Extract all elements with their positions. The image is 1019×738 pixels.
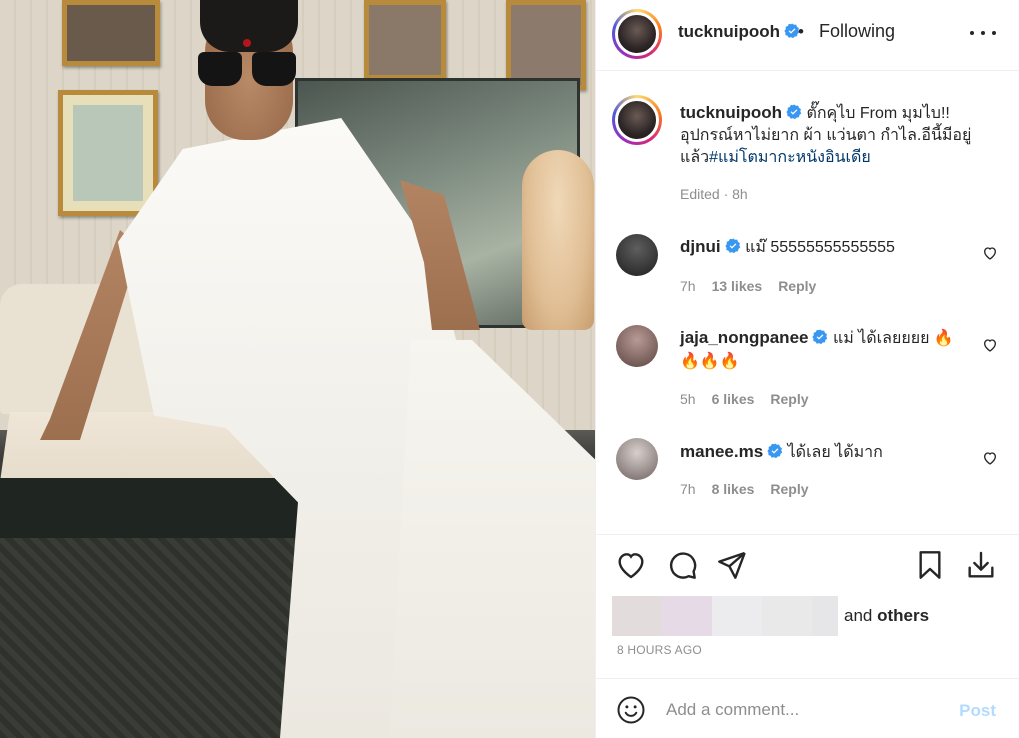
heart-icon[interactable] <box>982 450 998 466</box>
liked-by-others[interactable]: and others <box>844 606 929 626</box>
comment-likes[interactable]: 8 likes <box>712 481 755 497</box>
comment-likes[interactable]: 13 likes <box>712 278 763 294</box>
comment-body: แม๊ 55555555555555 <box>745 239 895 256</box>
verified-badge-icon <box>767 443 783 459</box>
author-username[interactable]: tucknuipooh <box>678 22 800 42</box>
comment-avatar[interactable] <box>616 325 658 367</box>
verified-badge-icon <box>725 238 740 254</box>
comment-username[interactable]: djnui <box>680 237 741 256</box>
comment-text: djnui แม๊ 55555555555555 <box>680 235 970 259</box>
add-comment-bar: Post <box>596 678 1019 738</box>
heart-icon[interactable] <box>982 337 998 353</box>
actions-divider <box>596 534 1019 535</box>
blurred-avatar <box>662 596 712 636</box>
comment-reply-button[interactable]: Reply <box>770 481 808 497</box>
comment-avatar[interactable] <box>616 234 658 276</box>
blurred-avatar <box>612 596 662 636</box>
heart-icon[interactable] <box>982 245 998 261</box>
comment-reply-button[interactable]: Reply <box>770 391 808 407</box>
post-header: tucknuipooh • Following <box>596 0 1019 71</box>
verified-badge-icon <box>812 329 828 345</box>
post-side-panel: tucknuipooh • Following tucknuipooh ตั๊ก… <box>595 0 1019 738</box>
photo-sunglasses <box>198 52 296 86</box>
comment-time: 7h <box>680 481 696 497</box>
comment-text: jaja_nongpanee แม่ ได้เลยยยย 🔥🔥🔥🔥 <box>680 326 970 373</box>
comment-meta: 7h 8 likes Reply <box>680 481 825 497</box>
caption-meta: Edited · 8h <box>680 186 748 202</box>
post-photo[interactable] <box>0 0 595 738</box>
caption-avatar[interactable] <box>612 95 662 145</box>
bookmark-icon[interactable] <box>914 549 946 581</box>
photo-mannequin <box>522 150 594 330</box>
author-avatar[interactable] <box>612 9 662 59</box>
verified-badge-icon <box>786 104 802 120</box>
comment-likes[interactable]: 6 likes <box>712 391 755 407</box>
photo-frame <box>58 90 158 216</box>
blurred-avatar <box>812 596 838 636</box>
comment-meta: 5h 6 likes Reply <box>680 391 825 407</box>
comment-username[interactable]: manee.ms <box>680 442 783 461</box>
liked-by[interactable]: and others <box>612 596 929 636</box>
comment-input[interactable] <box>666 693 946 727</box>
post-timestamp[interactable]: 8 HOURS AGO <box>617 643 702 657</box>
caption-hashtag[interactable]: #แม่โตมากะหนังอินเดีย <box>709 149 871 166</box>
comment-avatar[interactable] <box>616 438 658 480</box>
comment-username[interactable]: jaja_nongpanee <box>680 328 828 347</box>
caption-text: tucknuipooh ตั๊กคุไบ From มุมไบ!! อุปกรณ… <box>680 102 1000 169</box>
comment-text: manee.ms ได้เลย ได้มาก <box>680 440 970 464</box>
photo-frame <box>62 0 160 66</box>
share-icon[interactable] <box>716 549 748 581</box>
comment-icon[interactable] <box>666 549 698 581</box>
caption-username[interactable]: tucknuipooh <box>680 103 802 122</box>
photo-bindi <box>243 39 251 47</box>
photo-frame <box>506 0 586 90</box>
download-icon[interactable] <box>965 549 997 581</box>
comment-body: ได้เลย ได้มาก <box>787 444 883 461</box>
blurred-avatar <box>712 596 762 636</box>
comment-time: 7h <box>680 278 696 294</box>
header-separator: • <box>798 22 804 41</box>
photo-frame <box>364 0 446 80</box>
more-options-icon[interactable] <box>970 20 996 46</box>
comment-reply-button[interactable]: Reply <box>778 278 816 294</box>
post-comment-button[interactable]: Post <box>959 701 996 721</box>
blurred-avatar <box>762 596 812 636</box>
following-button[interactable]: Following <box>819 21 895 42</box>
emoji-icon[interactable] <box>616 695 646 725</box>
like-heart-icon[interactable] <box>615 549 647 581</box>
comment-time: 5h <box>680 391 696 407</box>
comment-meta: 7h 13 likes Reply <box>680 278 832 294</box>
